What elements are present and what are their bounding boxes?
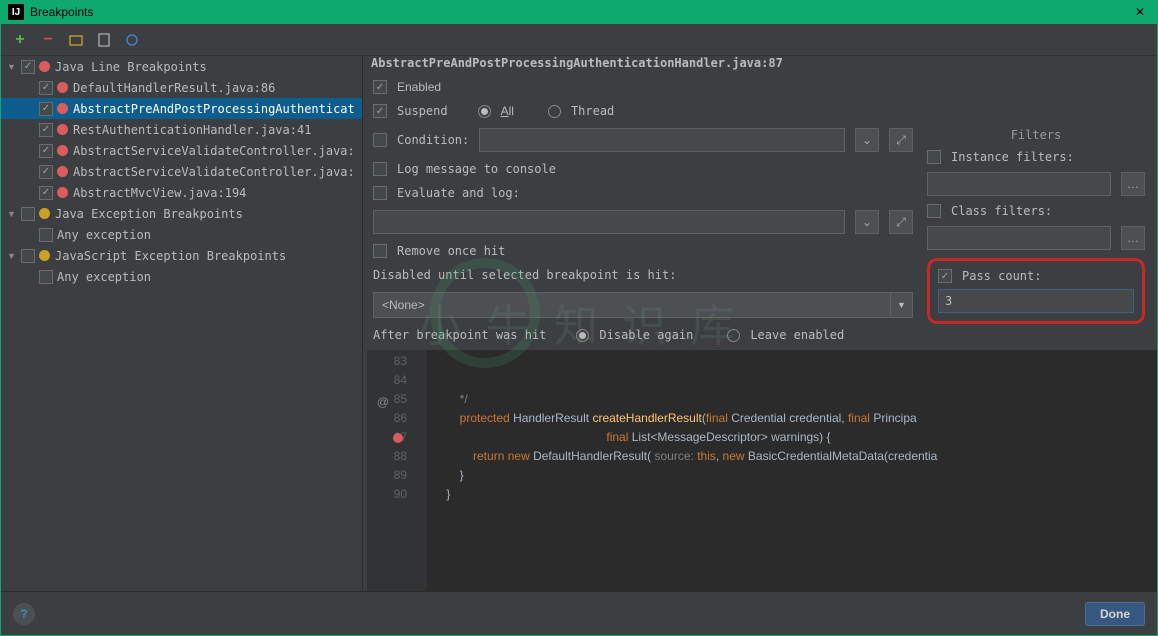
tree-item[interactable]: Any exception [1,266,362,287]
tree-item[interactable]: AbstractServiceValidateController.java: [1,161,362,182]
breakpoint-icon [57,124,68,135]
log-console-label: Log message to console [397,162,556,176]
more-icon[interactable]: … [1121,226,1145,250]
checkbox-icon[interactable] [39,123,53,137]
disabled-until-select[interactable]: <None> ▼ [373,292,913,318]
checkbox-icon[interactable] [39,186,53,200]
close-icon[interactable]: ✕ [1130,5,1150,19]
breakpoint-icon [57,187,68,198]
pass-count-label: Pass count: [962,269,1041,283]
suspend-label: Suspend [397,104,448,118]
filters-title: Filters [927,128,1145,142]
disable-again-radio[interactable] [576,329,589,342]
tree-item[interactable]: DefaultHandlerResult.java:86 [1,77,362,98]
after-hit-label: After breakpoint was hit [373,328,546,342]
help-icon[interactable]: ? [13,603,35,625]
breakpoint-icon [57,103,68,114]
breakpoint-icon [57,166,68,177]
suspend-checkbox[interactable] [373,104,387,118]
checkbox-icon[interactable] [21,60,35,74]
suspend-all-label: All [501,104,514,118]
breakpoint-icon [57,82,68,93]
pass-count-checkbox[interactable] [938,269,952,283]
pass-count-input[interactable] [938,289,1134,313]
log-console-checkbox[interactable] [373,162,387,176]
breakpoint-icon [39,61,50,72]
condition-label: Condition: [397,133,469,147]
suspend-all-radio[interactable] [478,105,491,118]
window-title: Breakpoints [30,5,1130,19]
instance-filters-input[interactable] [927,172,1111,196]
checkbox-icon[interactable] [39,81,53,95]
dialog-footer: ? Done [1,591,1157,635]
expand-icon[interactable]: ⤢ [889,210,913,234]
checkbox-icon[interactable] [39,228,53,242]
app-icon: IJ [8,4,24,20]
history-icon[interactable]: ⌄ [855,128,879,152]
gutter: 83 84 85@ 86 87 88 89 90 [367,350,427,591]
chevron-down-icon: ▼ [890,293,912,317]
tree-item[interactable]: RestAuthenticationHandler.java:41 [1,119,362,140]
suspend-thread-radio[interactable] [548,105,561,118]
tree-item[interactable]: Any exception [1,224,362,245]
tree-group[interactable]: ▼ Java Exception Breakpoints [1,203,362,224]
history-icon[interactable]: ⌄ [855,210,879,234]
exception-breakpoint-icon [39,208,50,219]
breakpoint-icon [57,145,68,156]
leave-enabled-radio[interactable] [727,329,740,342]
class-filters-input[interactable] [927,226,1111,250]
checkbox-icon[interactable] [21,249,35,263]
condition-input[interactable] [479,128,845,152]
add-breakpoint-icon[interactable]: + [11,31,29,49]
group-by-class-icon[interactable] [123,31,141,49]
remove-once-hit-label: Remove once hit [397,244,505,258]
checkbox-icon[interactable] [21,207,35,221]
checkbox-icon[interactable] [39,270,53,284]
breakpoint-file-header: AbstractPreAndPostProcessingAuthenticati… [367,56,1157,80]
breakpoint-gutter-icon[interactable] [393,433,403,443]
checkbox-icon[interactable] [39,102,53,116]
breakpoint-details: AbstractPreAndPostProcessingAuthenticati… [363,56,1157,591]
instance-filters-checkbox[interactable] [927,150,941,164]
group-by-file-icon[interactable] [95,31,113,49]
done-button[interactable]: Done [1085,602,1145,626]
enabled-label: Enabled [397,80,441,94]
class-filters-checkbox[interactable] [927,204,941,218]
remove-breakpoint-icon[interactable]: − [39,31,57,49]
evaluate-log-checkbox[interactable] [373,186,387,200]
tree-item[interactable]: AbstractMvcView.java:194 [1,182,362,203]
checkbox-icon[interactable] [39,144,53,158]
more-icon[interactable]: … [1121,172,1145,196]
group-by-package-icon[interactable] [67,31,85,49]
disable-again-label: Disable again [599,328,693,342]
code-lines: */ protected HandlerResult createHandler… [427,350,1157,591]
checkbox-icon[interactable] [39,165,53,179]
leave-enabled-label: Leave enabled [750,328,844,342]
evaluate-input[interactable] [373,210,845,234]
evaluate-log-label: Evaluate and log: [397,186,520,200]
class-filters-label: Class filters: [951,204,1052,218]
toolbar: + − [1,24,1157,56]
disabled-until-label: Disabled until selected breakpoint is hi… [373,268,913,282]
remove-once-hit-checkbox[interactable] [373,244,387,258]
code-preview: 83 84 85@ 86 87 88 89 90 */ protected Ha… [367,350,1157,591]
breakpoint-tree: ▼ Java Line Breakpoints DefaultHandlerRe… [1,56,363,591]
tree-item[interactable]: AbstractServiceValidateController.java: [1,140,362,161]
titlebar: IJ Breakpoints ✕ [0,0,1158,24]
tree-group[interactable]: ▼ JavaScript Exception Breakpoints [1,245,362,266]
tree-group[interactable]: ▼ Java Line Breakpoints [1,56,362,77]
suspend-thread-label: Thread [571,104,614,118]
instance-filters-label: Instance filters: [951,150,1074,164]
enabled-checkbox[interactable] [373,80,387,94]
pass-count-highlight: Pass count: [927,258,1145,324]
exception-breakpoint-icon [39,250,50,261]
tree-item[interactable]: AbstractPreAndPostProcessingAuthenticat [1,98,362,119]
expand-icon[interactable]: ⤢ [889,128,913,152]
condition-checkbox[interactable] [373,133,387,147]
